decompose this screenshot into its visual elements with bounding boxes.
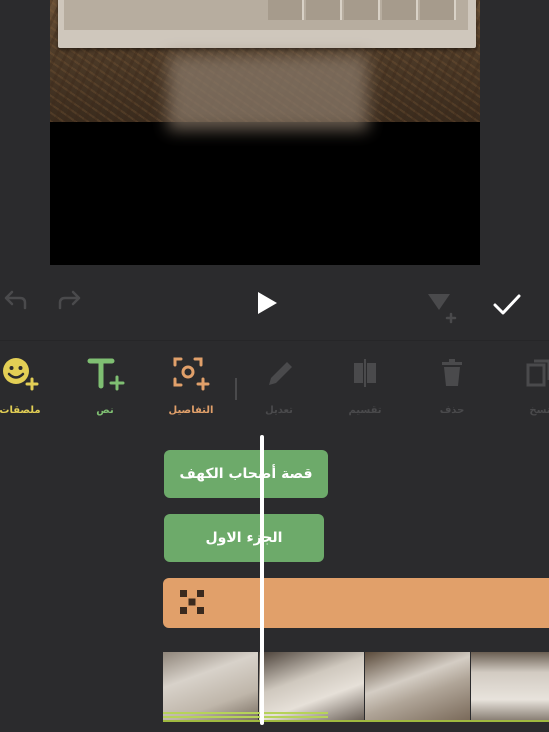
tool-split-label: تقسيم bbox=[348, 405, 382, 416]
pencil-icon bbox=[269, 362, 292, 385]
mosaic-icon bbox=[180, 590, 204, 614]
box-compartment bbox=[268, 0, 304, 20]
sticker-add-icon bbox=[3, 358, 39, 391]
text-clip-title-text: قصة أصحاب الكهف bbox=[179, 466, 313, 482]
filmstrip-frame bbox=[365, 652, 470, 720]
mosaic-blur-region[interactable] bbox=[168, 55, 368, 130]
toolbar-divider bbox=[235, 378, 237, 400]
video-preview[interactable] bbox=[50, 0, 480, 265]
tool-stickers[interactable]: ملصقات bbox=[0, 355, 50, 416]
tool-stickers-label: ملصقات bbox=[0, 405, 41, 416]
tool-delete-label: حذف bbox=[439, 405, 465, 416]
redo-icon[interactable] bbox=[55, 284, 85, 314]
box-compartment bbox=[306, 0, 342, 20]
trash-icon bbox=[442, 359, 462, 386]
box-compartment bbox=[382, 0, 418, 20]
filter-add-icon[interactable] bbox=[425, 290, 459, 324]
tool-split[interactable]: تقسيم bbox=[335, 355, 395, 416]
tool-copy[interactable]: نسخ bbox=[510, 355, 549, 416]
audio-track-line bbox=[163, 716, 328, 718]
tool-details-label: التفاصيل bbox=[168, 405, 214, 416]
tool-edit-label: تعديل bbox=[265, 405, 293, 416]
tool-text[interactable]: نص bbox=[75, 355, 135, 416]
copy-icon bbox=[526, 359, 549, 387]
tool-edit[interactable]: تعديل bbox=[249, 355, 309, 416]
split-icon bbox=[354, 359, 376, 387]
tool-details[interactable]: التفاصيل bbox=[161, 355, 221, 416]
filmstrip-frame bbox=[471, 652, 549, 720]
filmstrip-frame bbox=[163, 652, 258, 720]
tool-delete[interactable]: حذف bbox=[422, 355, 482, 416]
mosaic-effect-clip[interactable] bbox=[163, 578, 549, 628]
box-compartment bbox=[344, 0, 380, 20]
undo-icon[interactable] bbox=[0, 284, 30, 314]
check-icon[interactable] bbox=[492, 292, 522, 318]
timeline-playhead[interactable] bbox=[260, 435, 264, 725]
audio-track-line bbox=[163, 712, 328, 714]
video-filmstrip[interactable] bbox=[163, 652, 549, 720]
mosaic-focus-icon bbox=[173, 357, 210, 391]
box-compartment bbox=[420, 0, 456, 20]
text-clip-subtitle[interactable]: الجزء الاول bbox=[164, 514, 324, 562]
tool-text-label: نص bbox=[96, 405, 114, 416]
play-icon[interactable] bbox=[255, 291, 279, 315]
text-add-icon bbox=[87, 358, 125, 391]
preview-frame-image bbox=[50, 0, 480, 130]
filmstrip-frame bbox=[259, 652, 364, 720]
text-clip-subtitle-text: الجزء الاول bbox=[205, 530, 283, 546]
text-clip-title[interactable]: قصة أصحاب الكهف bbox=[164, 450, 328, 498]
audio-track-line bbox=[163, 720, 549, 722]
tool-copy-label: نسخ bbox=[529, 405, 549, 416]
